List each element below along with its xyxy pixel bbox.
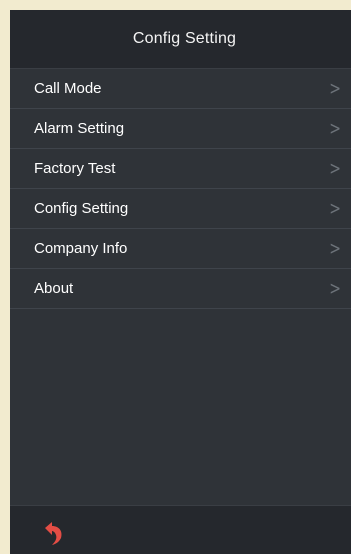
- chevron-right-icon: >: [329, 157, 341, 180]
- bottom-bar: [10, 505, 351, 554]
- title-bar: Config Setting: [10, 10, 351, 69]
- menu-item-alarm-setting[interactable]: Alarm Setting >: [10, 109, 351, 149]
- menu-item-label: Config Setting: [34, 200, 129, 217]
- menu-item-call-mode[interactable]: Call Mode >: [10, 69, 351, 109]
- menu-item-label: Alarm Setting: [34, 120, 125, 137]
- menu-item-label: Company Info: [34, 240, 128, 257]
- menu-item-label: Factory Test: [34, 160, 116, 177]
- return-arrow-icon: [45, 522, 62, 545]
- config-setting-screen: Config Setting Call Mode > Alarm Setting…: [10, 10, 351, 554]
- menu-item-company-info[interactable]: Company Info >: [10, 229, 351, 269]
- chevron-right-icon: >: [329, 277, 341, 300]
- chevron-right-icon: >: [329, 197, 341, 220]
- chevron-right-icon: >: [329, 237, 341, 260]
- page-title: Config Setting: [132, 30, 237, 47]
- chevron-right-icon: >: [329, 117, 341, 140]
- menu-item-factory-test[interactable]: Factory Test >: [10, 149, 351, 189]
- back-button[interactable]: [36, 516, 70, 550]
- menu-item-label: About: [34, 280, 74, 297]
- menu-item-config-setting[interactable]: Config Setting >: [10, 189, 351, 229]
- chevron-right-icon: >: [329, 77, 341, 100]
- menu-item-label: Call Mode: [34, 80, 102, 97]
- device-frame: Config Setting Call Mode > Alarm Setting…: [0, 0, 351, 554]
- menu-item-about[interactable]: About >: [10, 269, 351, 309]
- settings-menu: Call Mode > Alarm Setting > Factory Test…: [10, 69, 351, 309]
